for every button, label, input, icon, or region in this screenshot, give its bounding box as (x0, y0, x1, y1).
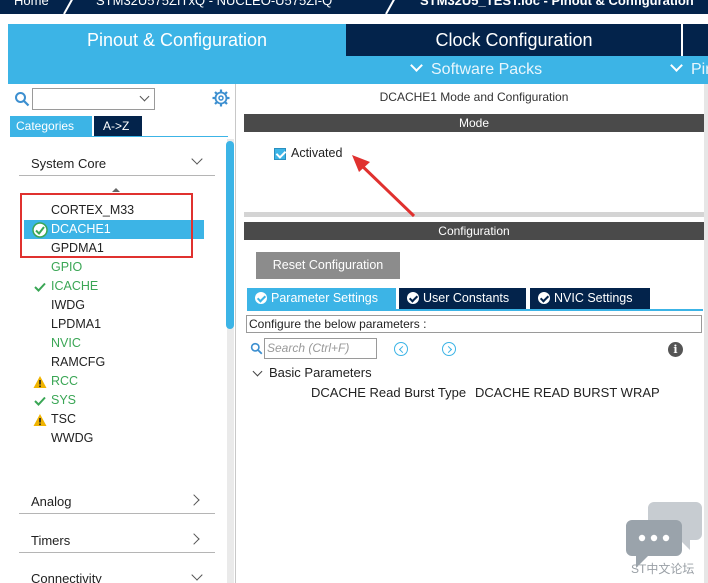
gear-icon[interactable] (212, 89, 230, 107)
scrollbar-thumb[interactable] (226, 141, 234, 329)
annotation-arrow-icon (352, 155, 416, 218)
breadcrumb: Home STM32U575ZITxQ - NUCLEO-U575ZI-Q ST… (0, 0, 708, 14)
tab-user-constants-label: User Constants (423, 291, 510, 305)
warning-icon (33, 376, 47, 388)
warning-icon (33, 414, 47, 426)
tab-parameter-settings-label: Parameter Settings (271, 291, 378, 305)
pane-splitter[interactable] (244, 212, 704, 217)
search-icon[interactable] (14, 91, 30, 107)
activated-checkbox[interactable] (274, 148, 286, 160)
breadcrumb-device[interactable]: STM32U575ZITxQ - NUCLEO-U575ZI-Q (96, 0, 332, 8)
chevron-down-icon (670, 59, 683, 72)
pinout-label: Pinout (691, 61, 708, 78)
tab-user-constants[interactable]: User Constants (399, 288, 526, 309)
tab-pinout-configuration[interactable]: Pinout & Configuration (8, 24, 346, 56)
periph-sys[interactable]: SYS (51, 391, 76, 410)
reset-configuration-button[interactable]: Reset Configuration (256, 252, 400, 279)
search-icon (250, 342, 263, 355)
parameter-search-input[interactable]: Search (Ctrl+F) (264, 338, 377, 359)
periph-iwdg[interactable]: IWDG (51, 296, 85, 315)
group-divider (19, 552, 215, 553)
chevron-down-icon[interactable] (252, 366, 263, 377)
parameters-description: Configure the below parameters : (246, 315, 702, 333)
mode-header: Mode (244, 114, 704, 132)
periph-ramcfg[interactable]: RAMCFG (51, 353, 105, 372)
watermark-text: ST中文论坛 (631, 562, 695, 576)
annotation-highlight-box (20, 193, 193, 258)
chevron-down-icon (410, 59, 423, 72)
check-circle-icon (255, 292, 267, 304)
periph-gpio[interactable]: GPIO (51, 258, 82, 277)
check-icon (34, 396, 46, 406)
pane-title: DCACHE1 Mode and Configuration (379, 90, 569, 104)
left-panel: Categories A->Z System Core CORTEX_M33 D… (8, 84, 236, 583)
tab-clock-configuration[interactable]: Clock Configuration (347, 24, 681, 56)
chevron-down-icon[interactable] (191, 153, 203, 165)
group-analog[interactable]: Analog (31, 494, 71, 509)
sub-toolbar: Software Packs Pinout (8, 56, 708, 84)
group-divider (19, 513, 215, 514)
param-read-burst-type-value[interactable]: DCACHE READ BURST WRAP (475, 385, 660, 400)
configuration-header: Configuration (244, 222, 704, 240)
tab-a-z[interactable]: A->Z (94, 116, 142, 136)
tab-divider (681, 24, 683, 56)
previous-match-icon[interactable] (394, 342, 408, 356)
next-match-icon[interactable] (442, 342, 456, 356)
tab-categories[interactable]: Categories (10, 116, 92, 136)
check-circle-icon (407, 292, 419, 304)
param-read-burst-type-name: DCACHE Read Burst Type (311, 385, 467, 400)
periph-wwdg[interactable]: WWDG (51, 429, 93, 448)
group-divider (19, 175, 215, 176)
group-timers[interactable]: Timers (31, 533, 70, 548)
main-tabs: Pinout & Configuration Clock Configurati… (8, 24, 708, 56)
basic-parameters-group[interactable]: Basic Parameters (269, 365, 372, 380)
periph-icache[interactable]: ICACHE (51, 277, 98, 296)
check-circle-icon (538, 292, 550, 304)
pane-right-border (704, 84, 708, 583)
software-packs-label: Software Packs (431, 61, 543, 78)
group-connectivity[interactable]: Connectivity (31, 571, 102, 583)
breadcrumb-home[interactable]: Home (14, 0, 49, 8)
pinout-menu[interactable]: Pinout (670, 56, 708, 84)
tab-underline (247, 309, 703, 311)
search-combo[interactable] (32, 88, 155, 110)
breadcrumb-separator-icon (63, 0, 73, 14)
periph-nvic[interactable]: NVIC (51, 334, 81, 353)
chevron-right-icon[interactable] (188, 533, 200, 545)
breadcrumb-separator-icon (385, 0, 395, 14)
periph-lpdma1[interactable]: LPDMA1 (51, 315, 101, 334)
group-system-core[interactable]: System Core (31, 156, 106, 171)
tab-parameter-settings[interactable]: Parameter Settings (247, 288, 396, 309)
chevron-down-icon (139, 91, 150, 102)
breadcrumb-project[interactable]: STM32U5_TEST.ioc - Pinout & Configuratio… (420, 0, 694, 8)
chevron-down-icon[interactable] (191, 569, 203, 581)
tab-nvic-settings[interactable]: NVIC Settings (530, 288, 650, 309)
tab-nvic-settings-label: NVIC Settings (554, 291, 633, 305)
scroll-up-icon[interactable] (112, 188, 120, 192)
software-packs-menu[interactable]: Software Packs (410, 56, 543, 84)
category-underline (10, 136, 228, 137)
check-icon (34, 282, 46, 292)
periph-tsc[interactable]: TSC (51, 410, 76, 429)
activated-label[interactable]: Activated (291, 146, 342, 160)
chevron-right-icon[interactable] (188, 494, 200, 506)
info-icon[interactable]: i (668, 342, 683, 357)
periph-rcc[interactable]: RCC (51, 372, 78, 391)
